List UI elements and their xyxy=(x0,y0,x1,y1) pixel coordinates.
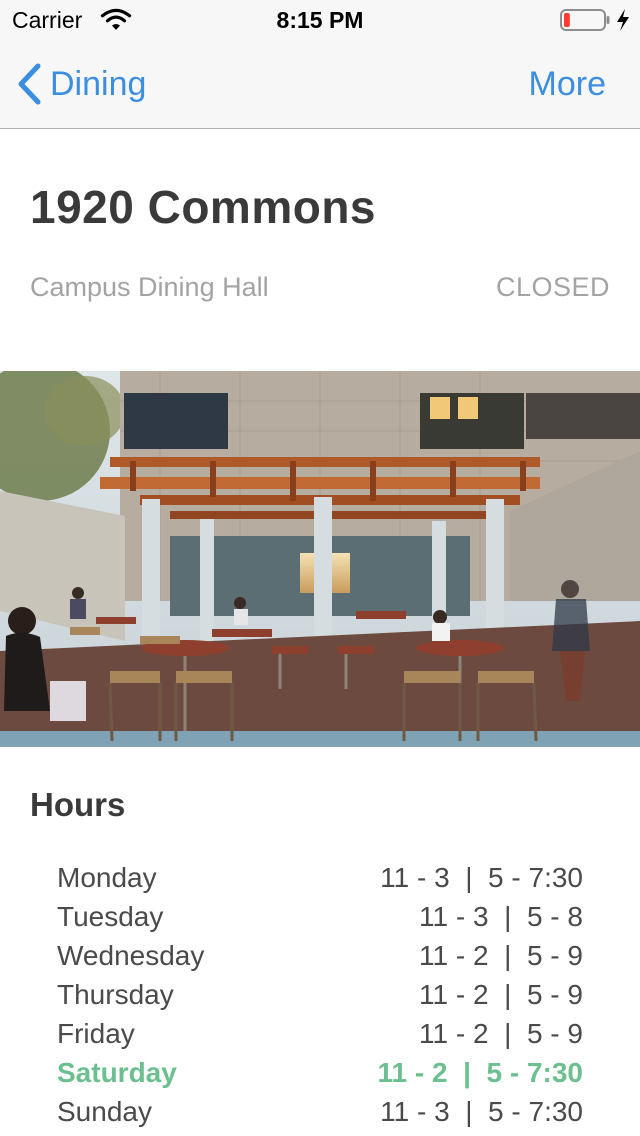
hours-day: Sunday xyxy=(57,1096,152,1127)
hours-list: Monday 11 - 3 | 5 - 7:30 Tuesday 11 - 3 | 5… xyxy=(57,858,583,1131)
hours-row: Saturday 11 - 2 | 5 - 7:30 xyxy=(57,1053,583,1092)
venue-photo xyxy=(0,371,640,747)
hours-day: Thursday xyxy=(57,979,174,1010)
navigation-bar: Dining More xyxy=(0,40,640,129)
hours-time: 11 - 2 | 5 - 7:30 xyxy=(377,1057,583,1088)
hours-time: 11 - 2 | 5 - 9 xyxy=(419,940,583,971)
hours-day: Saturday xyxy=(57,1057,177,1088)
hours-day: Tuesday xyxy=(57,901,164,932)
hours-row: Wednesday 11 - 2 | 5 - 9 xyxy=(57,936,583,975)
venue-type: Campus Dining Hall xyxy=(30,272,269,302)
chevron-left-icon xyxy=(18,63,41,105)
hours-row: Sunday 11 - 3 | 5 - 7:30 xyxy=(57,1092,583,1131)
more-button[interactable]: More xyxy=(529,65,606,104)
status-bar: Carrier 8:15 PM xyxy=(0,0,640,40)
hours-row: Monday 11 - 3 | 5 - 7:30 xyxy=(57,858,583,897)
venue-title: 1920 Commons xyxy=(30,181,377,233)
back-label: Dining xyxy=(50,64,147,103)
hours-time: 11 - 2 | 5 - 9 xyxy=(419,979,583,1010)
hours-day: Wednesday xyxy=(57,940,205,971)
charging-bolt-icon xyxy=(617,9,629,31)
hours-heading: Hours xyxy=(30,786,126,823)
battery-icon xyxy=(560,9,610,31)
hours-row: Friday 11 - 2 | 5 - 9 xyxy=(57,1014,583,1053)
hours-row: Thursday 11 - 2 | 5 - 9 xyxy=(57,975,583,1014)
hours-time: 11 - 3 | 5 - 7:30 xyxy=(380,1096,583,1127)
hours-time: 11 - 3 | 5 - 7:30 xyxy=(380,862,583,893)
hours-time: 11 - 2 | 5 - 9 xyxy=(419,1018,583,1049)
back-button[interactable]: Dining xyxy=(14,62,146,106)
status-time: 8:15 PM xyxy=(276,7,364,33)
hours-row: Tuesday 11 - 3 | 5 - 8 xyxy=(57,897,583,936)
hours-day: Monday xyxy=(57,862,157,893)
courtyard-illustration xyxy=(0,371,640,747)
hours-time: 11 - 3 | 5 - 8 xyxy=(419,901,583,932)
open-status: CLOSED xyxy=(495,272,610,302)
hours-day: Friday xyxy=(57,1018,135,1049)
